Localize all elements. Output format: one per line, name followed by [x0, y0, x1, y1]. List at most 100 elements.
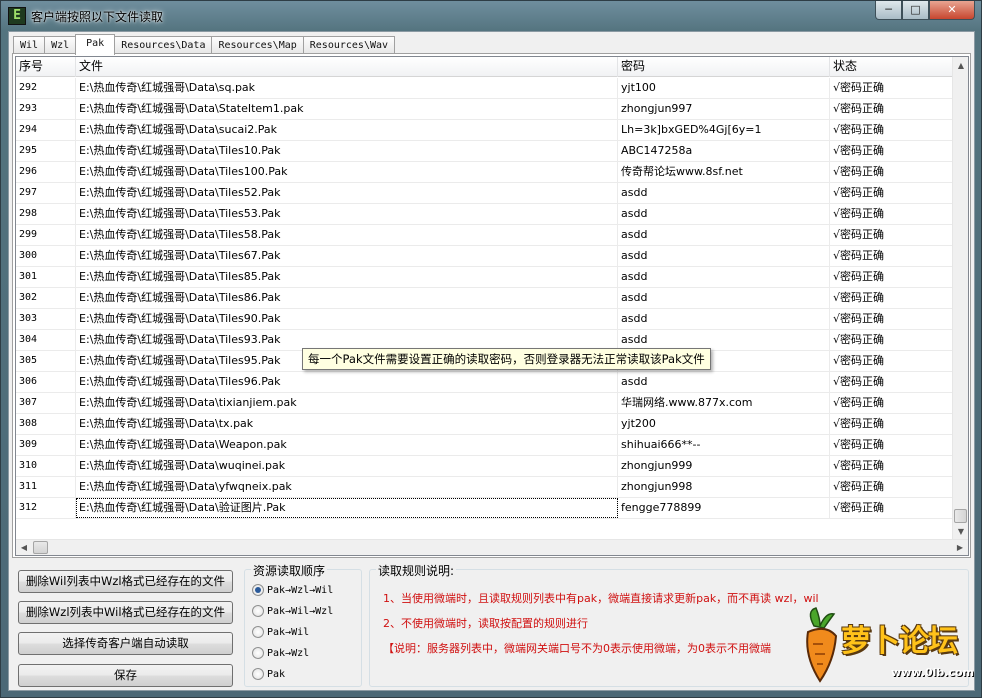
row-status-cell: √密码正确 [830, 414, 954, 434]
order-option-1[interactable]: Pak→Wzl→Wil [252, 582, 333, 598]
column-header-status[interactable]: 状态 [830, 57, 954, 77]
table-row[interactable]: 297 E:\热血传奇\红城强哥\Data\Tiles52.Pak asdd √密码正… [16, 183, 954, 204]
row-password-cell: asdd [618, 309, 830, 329]
row-status-cell: √密码正确 [830, 225, 954, 245]
table-row[interactable]: 307 E:\热血传奇\红城强哥\Data\tixianjiem.pak 华瑞网络.… [16, 393, 954, 414]
order-option-4[interactable]: Pak→Wzl [252, 645, 309, 661]
order-option-label: Pak→Wil [267, 626, 310, 638]
row-file-cell: E:\热血传奇\红城强哥\Data\Tiles10.Pak [76, 141, 618, 161]
minimize-button[interactable]: ─ [875, 1, 902, 20]
row-file-cell: E:\热血传奇\红城强哥\Data\Tiles100.Pak [76, 162, 618, 182]
table-row[interactable]: 309 E:\热血传奇\红城强哥\Data\Weapon.pak shihuai66… [16, 435, 954, 456]
row-file-cell: E:\热血传奇\红城强哥\Data\tixianjiem.pak [76, 393, 618, 413]
table-row[interactable]: 310 E:\热血传奇\红城强哥\Data\wuqinei.pak zhongjun… [16, 456, 954, 477]
row-file-cell: E:\热血传奇\红城强哥\Data\Tiles85.Pak [76, 267, 618, 287]
row-password-cell: asdd [618, 225, 830, 245]
table-row[interactable]: 294 E:\热血传奇\红城强哥\Data\sucai2.Pak Lh=3k]bxG… [16, 120, 954, 141]
row-status-cell: √密码正确 [830, 498, 954, 518]
row-index-cell: 296 [16, 162, 76, 182]
row-status-cell: √密码正确 [830, 141, 954, 161]
delete-wzl-duplicates-button[interactable]: 删除Wzl列表中Wil格式已经存在的文件 [18, 601, 233, 624]
radio-button[interactable] [252, 584, 264, 596]
order-option-label: Pak→Wzl [267, 647, 310, 659]
column-header-file[interactable]: 文件 [76, 57, 618, 77]
table-row[interactable]: 312 E:\热血传奇\红城强哥\Data\验证图片.Pak fengge77889… [16, 498, 954, 519]
column-header-password[interactable]: 密码 [618, 57, 830, 77]
table-row[interactable]: 296 E:\热血传奇\红城强哥\Data\Tiles100.Pak 传奇帮论坛ww… [16, 162, 954, 183]
close-button[interactable]: ✕ [929, 1, 975, 20]
table-row[interactable]: 298 E:\热血传奇\红城强哥\Data\Tiles53.Pak asdd √密码正… [16, 204, 954, 225]
delete-wil-duplicates-button[interactable]: 删除Wil列表中Wzl格式已经存在的文件 [18, 570, 233, 593]
table-row[interactable]: 299 E:\热血传奇\红城强哥\Data\Tiles58.Pak asdd √密码正… [16, 225, 954, 246]
carrot-icon [806, 607, 838, 683]
tab-pak[interactable]: Pak [75, 34, 116, 55]
horizontal-scrollbar[interactable]: ◀ ▶ [16, 539, 968, 555]
row-password-cell: asdd [618, 183, 830, 203]
vertical-scrollbar[interactable]: ▲ ▼ [952, 57, 968, 540]
table-row[interactable]: 308 E:\热血传奇\红城强哥\Data\tx.pak yjt200 √密码正确 [16, 414, 954, 435]
row-index-cell: 294 [16, 120, 76, 140]
vertical-scroll-thumb[interactable] [954, 509, 967, 523]
pak-file-list[interactable]: 序号 文件 密码 状态 292 E:\热血传奇\红城强哥\Data\sq.pak y… [15, 56, 969, 556]
scroll-right-arrow-icon[interactable]: ▶ [952, 540, 968, 555]
row-status-cell: √密码正确 [830, 330, 954, 350]
table-row[interactable]: 311 E:\热血传奇\红城强哥\Data\yfwqneix.pak zhongju… [16, 477, 954, 498]
radio-button[interactable] [252, 647, 264, 659]
app-window: E 客户端按照以下文件读取 ─ □ ✕ Wil Wzl Pak Resource… [0, 0, 982, 698]
watermark-url: www.0lb.com [891, 666, 974, 679]
watermark-text: 萝卜论坛 [841, 624, 958, 659]
row-file-cell: E:\热血传奇\红城强哥\Data\sucai2.Pak [76, 120, 618, 140]
maximize-button[interactable]: □ [902, 1, 929, 20]
table-row[interactable]: 301 E:\热血传奇\红城强哥\Data\Tiles85.Pak asdd √密码正… [16, 267, 954, 288]
row-index-cell: 307 [16, 393, 76, 413]
table-row[interactable]: 303 E:\热血传奇\红城强哥\Data\Tiles90.Pak asdd √密码正… [16, 309, 954, 330]
row-status-cell: √密码正确 [830, 393, 954, 413]
row-index-cell: 300 [16, 246, 76, 266]
table-row[interactable]: 306 E:\热血传奇\红城强哥\Data\Tiles96.Pak asdd √密码正… [16, 372, 954, 393]
tab-wil[interactable]: Wil [13, 36, 46, 54]
scroll-up-arrow-icon[interactable]: ▲ [953, 57, 968, 74]
row-index-cell: 298 [16, 204, 76, 224]
table-row[interactable]: 293 E:\热血传奇\红城强哥\Data\StateItem1.pak zhong… [16, 99, 954, 120]
row-status-cell: √密码正确 [830, 162, 954, 182]
order-option-5[interactable]: Pak [252, 666, 285, 682]
row-status-cell: √密码正确 [830, 204, 954, 224]
tab-strip: Wil Wzl Pak Resources\Data Resources\Map… [13, 34, 396, 55]
row-file-cell: E:\热血传奇\红城强哥\Data\Tiles96.Pak [76, 372, 618, 392]
row-index-cell: 304 [16, 330, 76, 350]
title-bar[interactable]: E 客户端按照以下文件读取 ─ □ ✕ [1, 1, 981, 31]
order-option-2[interactable]: Pak→Wil→Wzl [252, 603, 333, 619]
scroll-down-arrow-icon[interactable]: ▼ [953, 523, 968, 540]
row-password-cell: asdd [618, 372, 830, 392]
order-option-label: Pak [267, 668, 286, 680]
table-row[interactable]: 295 E:\热血传奇\红城强哥\Data\Tiles10.Pak ABC14725… [16, 141, 954, 162]
table-row[interactable]: 292 E:\热血传奇\红城强哥\Data\sq.pak yjt100 √密码正确 [16, 78, 954, 99]
save-button[interactable]: 保存 [18, 664, 233, 687]
table-row[interactable]: 302 E:\热血传奇\红城强哥\Data\Tiles86.Pak asdd √密码正… [16, 288, 954, 309]
order-option-label: Pak→Wil→Wzl [267, 605, 334, 617]
row-file-cell: E:\热血传奇\红城强哥\Data\Tiles52.Pak [76, 183, 618, 203]
row-file-cell: E:\热血传奇\红城强哥\Data\验证图片.Pak [76, 498, 618, 518]
read-order-group: 资源读取顺序 Pak→Wzl→Wil Pak→Wil→Wzl Pak→Wil P… [244, 562, 362, 687]
row-password-cell: yjt100 [618, 78, 830, 98]
table-row[interactable]: 300 E:\热血传奇\红城强哥\Data\Tiles67.Pak asdd √密码正… [16, 246, 954, 267]
order-option-3[interactable]: Pak→Wil [252, 624, 309, 640]
scroll-left-arrow-icon[interactable]: ◀ [16, 540, 32, 555]
watermark-logo: 萝卜论坛 www.0lb.com [796, 606, 976, 691]
auto-read-client-button[interactable]: 选择传奇客户端自动读取 [18, 632, 233, 655]
tab-resources-wav[interactable]: Resources\Wav [302, 36, 396, 54]
row-status-cell: √密码正确 [830, 372, 954, 392]
row-password-cell: 传奇帮论坛www.8sf.net [618, 162, 830, 182]
radio-button[interactable] [252, 605, 264, 617]
radio-button[interactable] [252, 626, 264, 638]
row-file-cell: E:\热血传奇\红城强哥\Data\Weapon.pak [76, 435, 618, 455]
radio-button[interactable] [252, 668, 264, 680]
horizontal-scroll-thumb[interactable] [33, 541, 48, 554]
tab-wzl[interactable]: Wzl [44, 36, 77, 54]
tab-resources-map[interactable]: Resources\Map [211, 36, 304, 54]
row-index-cell: 297 [16, 183, 76, 203]
column-header-index[interactable]: 序号 [16, 57, 76, 77]
tab-panel-pak: 序号 文件 密码 状态 292 E:\热血传奇\红城强哥\Data\sq.pak y… [12, 53, 971, 558]
tab-resources-data[interactable]: Resources\Data [114, 36, 213, 54]
row-index-cell: 303 [16, 309, 76, 329]
